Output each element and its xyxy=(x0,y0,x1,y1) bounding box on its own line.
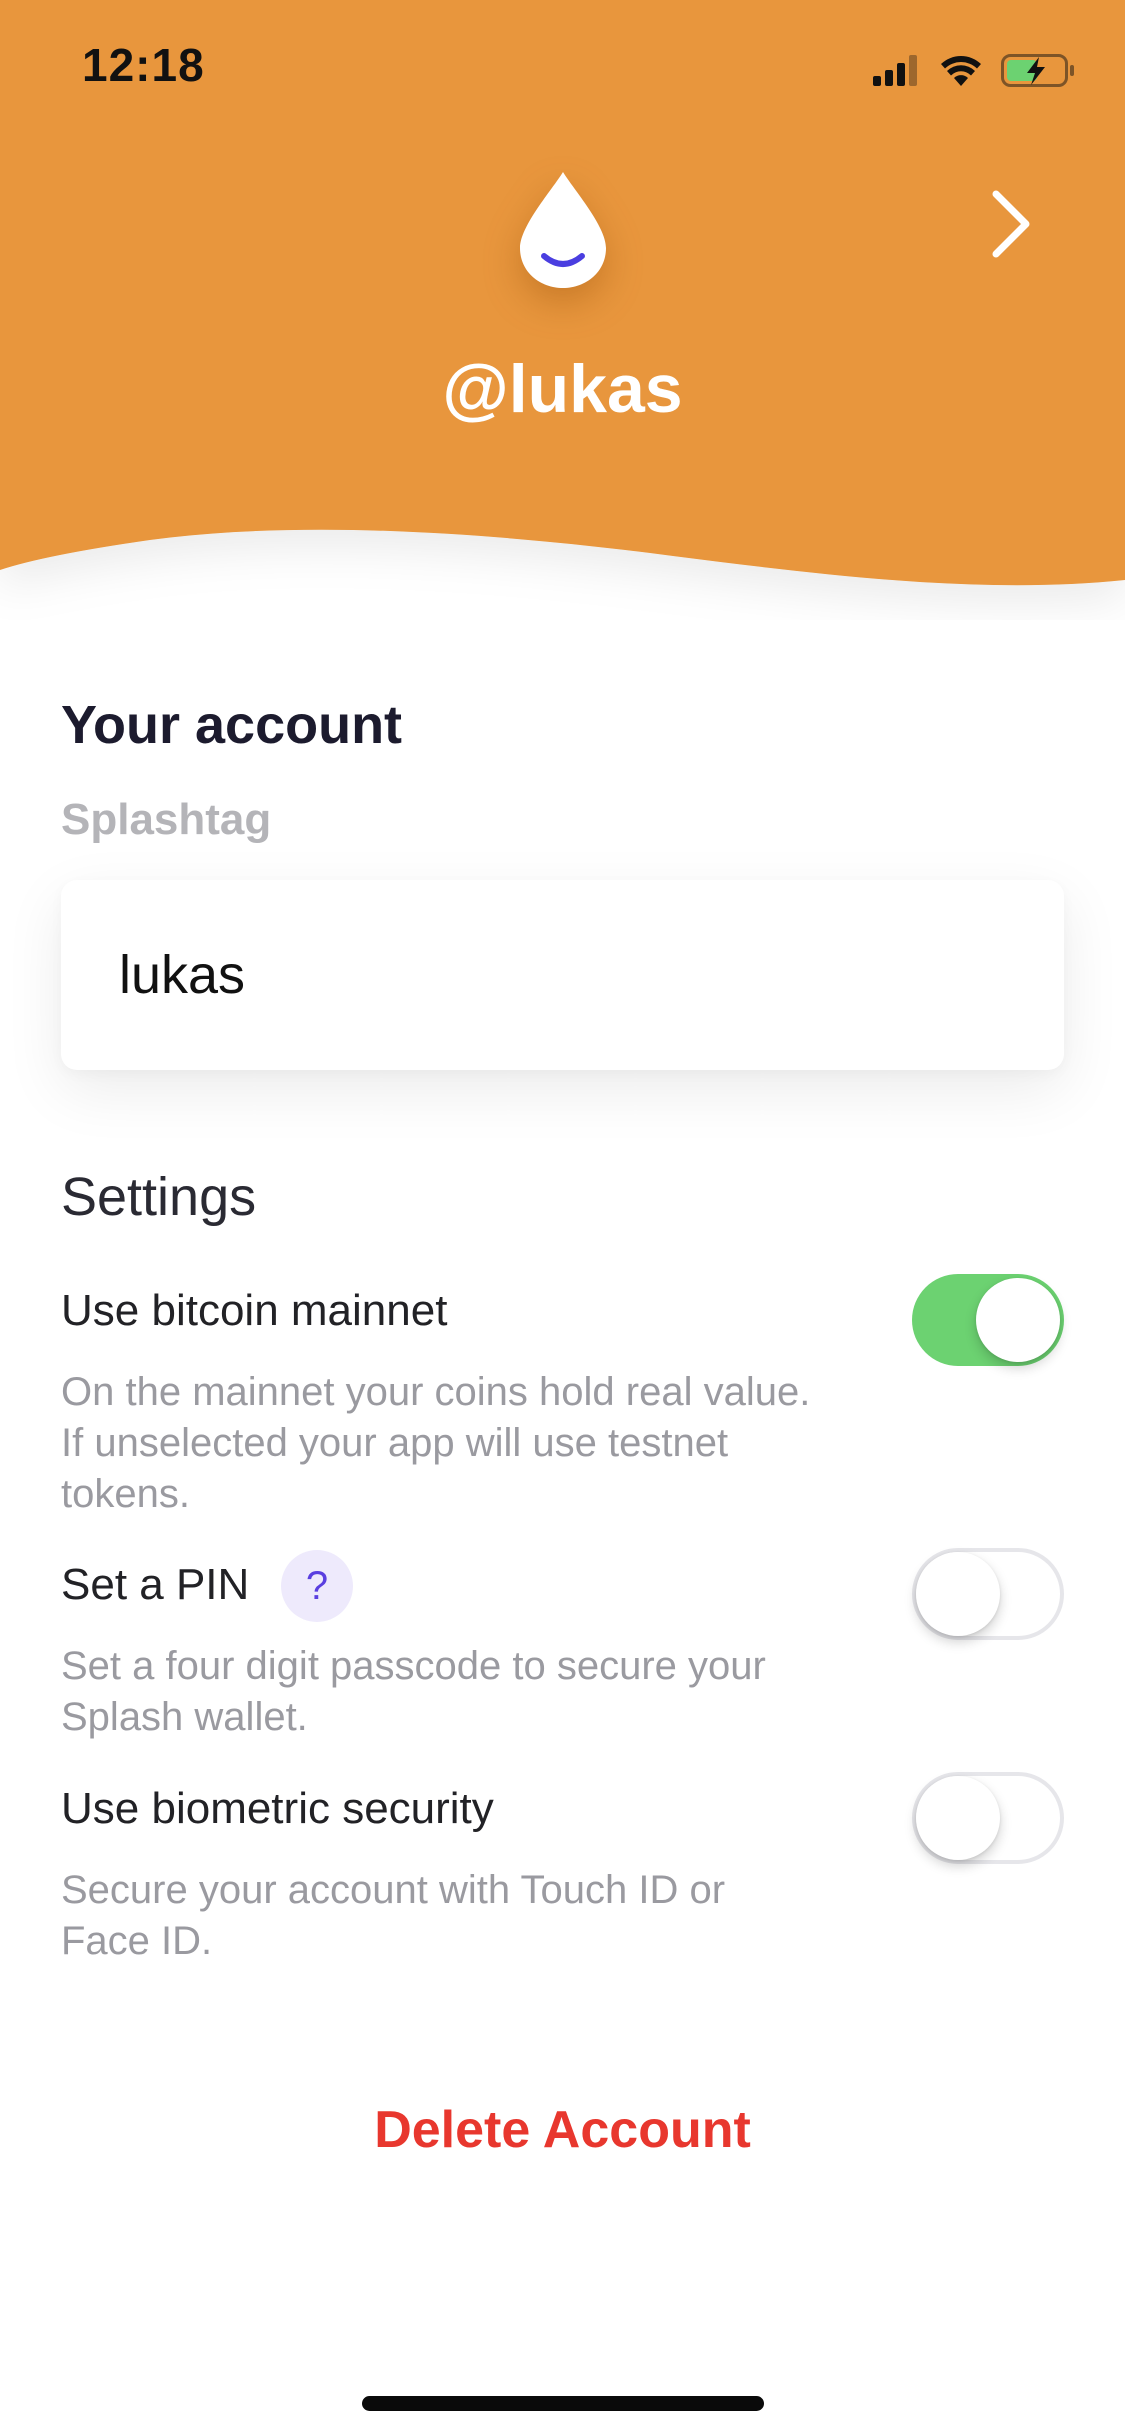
setting-biometric-description: Secure your account with Touch ID or Fac… xyxy=(61,1868,726,1963)
home-indicator[interactable] xyxy=(362,2396,764,2411)
setting-mainnet-label: Use bitcoin mainnet xyxy=(61,1286,448,1335)
setting-pin-description: Set a four digit passcode to secure your… xyxy=(61,1644,766,1739)
setting-pin-label: Set a PIN xyxy=(61,1560,250,1609)
profile-handle: @lukas xyxy=(442,351,683,427)
battery-charging-icon xyxy=(1001,54,1074,87)
delete-account-button[interactable]: Delete Account xyxy=(0,2100,1125,2160)
setting-biometric-label: Use biometric security xyxy=(61,1784,494,1833)
setting-mainnet-description: On the mainnet your coins hold real valu… xyxy=(61,1370,811,1516)
chevron-right-icon[interactable] xyxy=(990,188,1034,260)
account-section-title: Your account xyxy=(61,695,403,755)
mainnet-toggle[interactable] xyxy=(912,1274,1064,1366)
toggle-knob xyxy=(916,1776,1000,1860)
water-drop-smile-icon xyxy=(520,172,606,288)
pin-help-button[interactable]: ? xyxy=(281,1550,353,1622)
cellular-signal-icon xyxy=(873,55,917,86)
splashtag-label: Splashtag xyxy=(61,795,272,844)
biometric-toggle[interactable] xyxy=(912,1772,1064,1864)
status-time: 12:18 xyxy=(82,39,205,91)
status-icons xyxy=(873,50,1083,90)
splashtag-input[interactable] xyxy=(119,880,1019,1070)
setting-pin: Set a PIN ? Set a four digit passcode to… xyxy=(61,1548,1064,1740)
setting-biometric: Use biometric security Secure your accou… xyxy=(61,1772,1064,1964)
toggle-knob xyxy=(916,1552,1000,1636)
toggle-knob xyxy=(976,1278,1060,1362)
settings-section-title: Settings xyxy=(61,1167,257,1227)
status-bar: 12:18 xyxy=(0,0,1125,140)
wifi-icon xyxy=(941,56,981,86)
splashtag-field-card xyxy=(61,880,1064,1070)
pin-toggle[interactable] xyxy=(912,1548,1064,1640)
setting-mainnet: Use bitcoin mainnet On the mainnet your … xyxy=(61,1274,1064,1526)
profile-header: 12:18 @lukas xyxy=(0,0,1125,620)
